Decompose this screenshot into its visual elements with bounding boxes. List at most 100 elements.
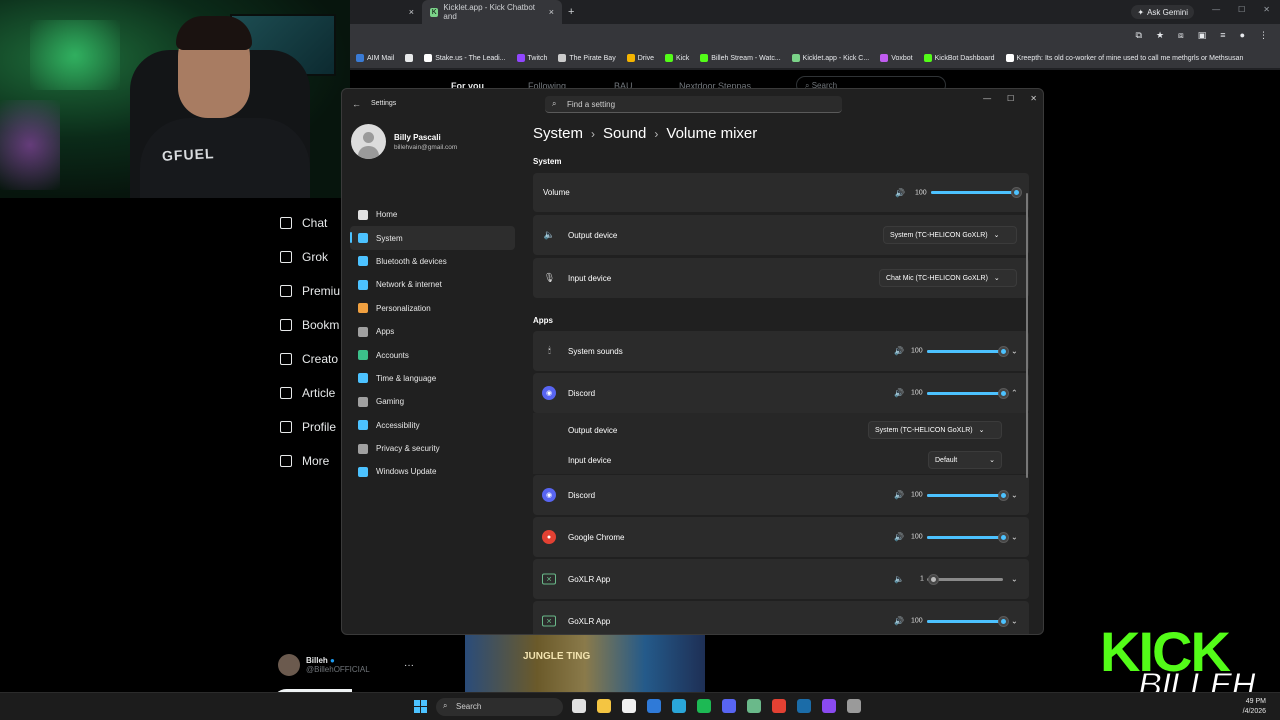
- close-tab-icon[interactable]: ×: [409, 7, 414, 17]
- speaker-icon[interactable]: 🔊: [895, 188, 905, 197]
- nav-item-windows-update[interactable]: Windows Update: [350, 460, 515, 483]
- scrollbar[interactable]: [1026, 193, 1028, 478]
- nav-item-gaming[interactable]: Gaming: [350, 390, 515, 413]
- app-volume-slider[interactable]: [927, 573, 1003, 585]
- breadcrumb-system[interactable]: System: [533, 125, 583, 142]
- bookmark-item[interactable]: Kick: [665, 54, 689, 62]
- chevron-down-icon[interactable]: ⌄: [1011, 347, 1018, 356]
- chevron-down-icon[interactable]: ⌄: [1011, 533, 1018, 542]
- nav-item-apps[interactable]: Apps: [350, 320, 515, 343]
- breadcrumb-sound[interactable]: Sound: [603, 125, 646, 142]
- app-volume-slider[interactable]: [927, 489, 1009, 501]
- speaker-icon[interactable]: 🔊: [894, 617, 904, 626]
- extensions-icon[interactable]: ⧈: [1178, 30, 1184, 41]
- x-nav-premiu[interactable]: Premiu: [280, 284, 340, 298]
- bookmark-item[interactable]: The Pirate Bay: [558, 54, 616, 62]
- reading-list-icon[interactable]: ≡: [1220, 30, 1225, 41]
- bookmark-item[interactable]: Drive: [626, 54, 654, 62]
- store-icon[interactable]: [622, 699, 636, 713]
- master-volume-slider[interactable]: [931, 187, 1022, 198]
- minimize-icon[interactable]: —: [1212, 5, 1220, 14]
- nav-item-bluetooth-devices[interactable]: Bluetooth & devices: [350, 250, 515, 273]
- bookmark-item[interactable]: Stake.us - The Leadi...: [424, 54, 506, 62]
- more-options-icon[interactable]: ···: [404, 660, 414, 671]
- discord-icon[interactable]: [722, 699, 736, 713]
- bookmark-item[interactable]: Kicklet.app - Kick C...: [791, 54, 869, 62]
- task-view-icon[interactable]: [572, 699, 586, 713]
- x-nav-chat[interactable]: Chat: [280, 216, 327, 230]
- system-clock[interactable]: 49 PM /4/2026: [1243, 697, 1266, 717]
- app-volume-slider[interactable]: [927, 615, 1009, 627]
- user-account[interactable]: Billy Pascali billehvain@gmail.com: [351, 124, 457, 159]
- x-nav-grok[interactable]: Grok: [280, 250, 328, 264]
- ask-gemini-button[interactable]: ✦ Ask Gemini: [1131, 5, 1194, 19]
- close-icon[interactable]: ✕: [1263, 5, 1270, 14]
- bookmark-item[interactable]: Kreepth: Its old co-worker of mine used …: [1005, 54, 1243, 62]
- speaker-icon[interactable]: 🔈: [894, 575, 904, 584]
- bookmark-star-icon[interactable]: ★: [1156, 30, 1164, 41]
- chevron-down-icon[interactable]: ⌄: [1011, 575, 1018, 584]
- x-nav-bookm[interactable]: Bookm: [280, 318, 339, 332]
- speaker-icon[interactable]: 🔊: [894, 533, 904, 542]
- nav-item-privacy-security[interactable]: Privacy & security: [350, 437, 515, 460]
- bookmark-item[interactable]: Billeh Stream - Watc...: [700, 54, 781, 62]
- x-nav-creato[interactable]: Creato: [280, 352, 338, 366]
- nav-item-home[interactable]: Home: [350, 203, 515, 226]
- start-button[interactable]: [414, 700, 427, 713]
- close-icon[interactable]: ✕: [1030, 94, 1037, 103]
- browser-tab-active[interactable]: K Kicklet.app - Kick Chatbot and ×: [422, 0, 562, 24]
- cast-icon[interactable]: ⧉: [1136, 30, 1142, 41]
- app-volume-slider[interactable]: [927, 531, 1009, 543]
- x-nav-profile[interactable]: Profile: [280, 420, 336, 434]
- back-arrow-icon[interactable]: ←: [352, 99, 361, 109]
- nav-item-accessibility[interactable]: Accessibility: [350, 414, 515, 437]
- file-explorer-icon[interactable]: [597, 699, 611, 713]
- new-tab-button[interactable]: +: [568, 6, 574, 18]
- steam-icon[interactable]: [797, 699, 811, 713]
- browser-tab[interactable]: ×: [350, 0, 422, 24]
- bookmark-item[interactable]: [405, 54, 414, 62]
- x-nav-more[interactable]: More: [280, 454, 329, 468]
- edge-icon[interactable]: [672, 699, 686, 713]
- app-volume-slider[interactable]: [927, 345, 1009, 357]
- profile-icon[interactable]: ●: [1240, 30, 1245, 41]
- menu-icon[interactable]: ⋮: [1259, 30, 1268, 41]
- goxlr-icon[interactable]: [747, 699, 761, 713]
- chevron-down-icon[interactable]: ⌄: [1011, 617, 1018, 626]
- nav-item-system[interactable]: System: [350, 226, 515, 250]
- chrome-icon[interactable]: [772, 699, 786, 713]
- chevron-up-icon[interactable]: ⌃: [1011, 389, 1018, 398]
- video-thumbnail[interactable]: JUNGLE TING: [465, 635, 705, 692]
- minimize-icon[interactable]: —: [983, 94, 991, 103]
- output-device-select[interactable]: System (TC-HELICON GoXLR) ⌄: [883, 226, 1017, 244]
- bookmark-favicon-icon: [356, 54, 364, 62]
- bookmark-item[interactable]: AIM Mail: [356, 54, 394, 62]
- close-tab-icon[interactable]: ×: [549, 7, 554, 17]
- taskbar-search[interactable]: ⌕ Search: [436, 698, 563, 716]
- speaker-icon[interactable]: 🔊: [894, 389, 904, 398]
- x-account-switcher[interactable]: Billeh ● @BillehOFFICIAL: [278, 654, 370, 676]
- nav-item-personalization[interactable]: Personalization: [350, 297, 515, 320]
- find-setting-input[interactable]: ⌕ Find a setting: [545, 96, 842, 113]
- nav-item-accounts[interactable]: Accounts: [350, 343, 515, 366]
- maximize-icon[interactable]: ☐: [1007, 94, 1014, 103]
- spotify-icon[interactable]: [697, 699, 711, 713]
- speaker-icon[interactable]: 🔊: [894, 347, 904, 356]
- obs-icon[interactable]: [822, 699, 836, 713]
- input-device-select[interactable]: Chat Mic (TC-HELICON GoXLR) ⌄: [879, 269, 1017, 287]
- x-nav-article[interactable]: Article: [280, 386, 335, 400]
- speaker-icon[interactable]: 🔊: [894, 491, 904, 500]
- app-input-device-select[interactable]: Default ⌄: [928, 451, 1002, 469]
- nav-item-network-internet[interactable]: Network & internet: [350, 273, 515, 296]
- sidebar-icon[interactable]: ▣: [1198, 30, 1207, 41]
- app-output-device-select[interactable]: System (TC-HELICON GoXLR) ⌄: [868, 421, 1002, 439]
- bookmark-item[interactable]: KickBot Dashboard: [923, 54, 995, 62]
- maximize-icon[interactable]: ☐: [1238, 5, 1245, 14]
- nav-item-time-language[interactable]: Time & language: [350, 367, 515, 390]
- bookmark-item[interactable]: Voxbot: [880, 54, 913, 62]
- settings-icon[interactable]: [847, 699, 861, 713]
- bookmark-item[interactable]: Twitch: [516, 54, 547, 62]
- outlook-icon[interactable]: [647, 699, 661, 713]
- app-volume-slider[interactable]: [927, 387, 1009, 399]
- chevron-down-icon[interactable]: ⌄: [1011, 491, 1018, 500]
